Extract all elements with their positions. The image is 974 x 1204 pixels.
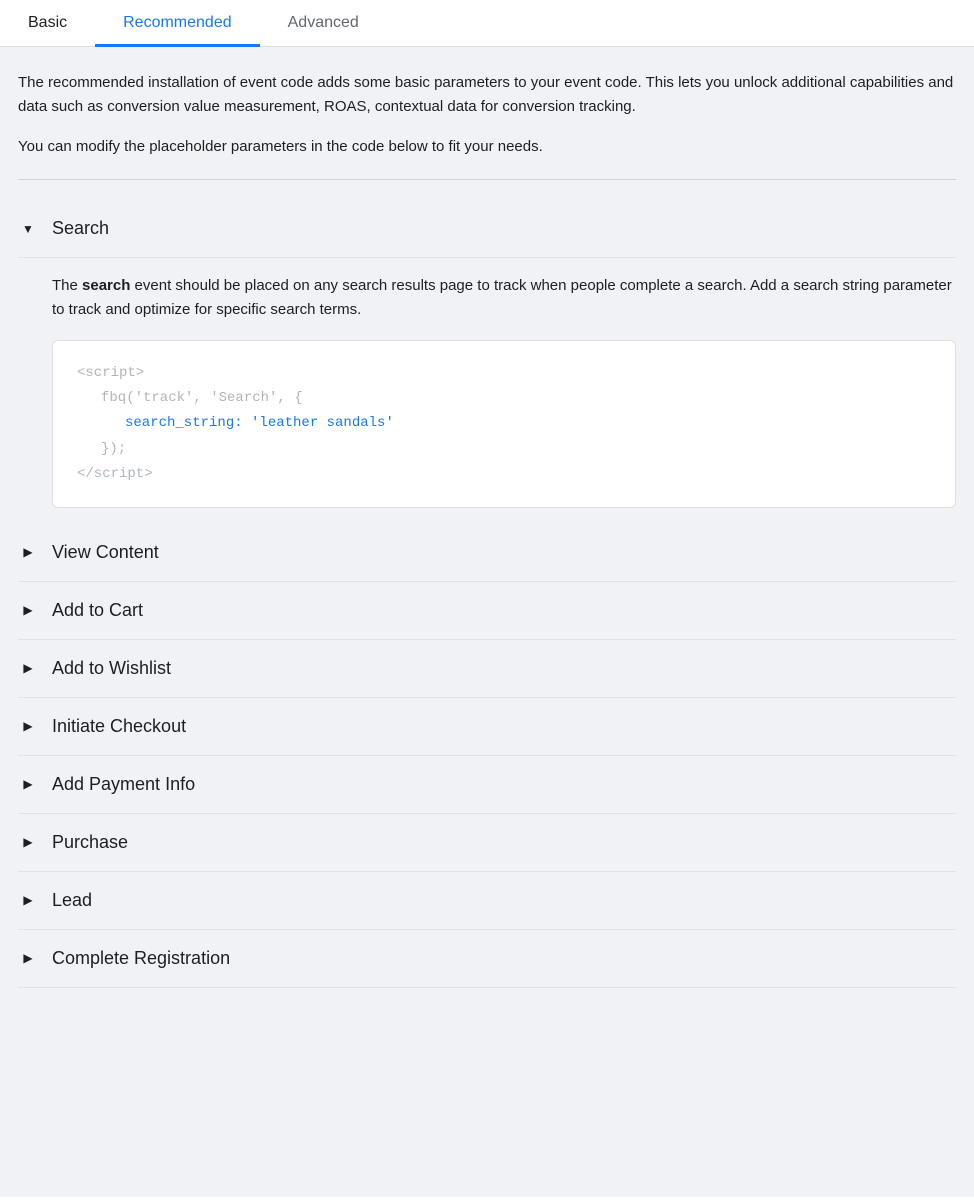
accordion-add-to-wishlist-header[interactable]: Add to Wishlist	[18, 640, 956, 698]
search-event-description: The search event should be placed on any…	[52, 274, 956, 322]
tab-advanced[interactable]: Advanced	[260, 0, 387, 47]
accordion-add-payment-info-header[interactable]: Add Payment Info	[18, 756, 956, 814]
accordion-purchase-title: Purchase	[52, 832, 128, 853]
accordion-initiate-checkout-header[interactable]: Initiate Checkout	[18, 698, 956, 756]
code-line-4: });	[77, 437, 931, 462]
code-line-3: search_string: 'leather sandals'	[77, 411, 931, 436]
accordion-add-to-cart: Add to Cart	[18, 582, 956, 640]
accordion-complete-registration-header[interactable]: Complete Registration	[18, 930, 956, 988]
accordion-view-content: View Content	[18, 524, 956, 582]
accordion-purchase: Purchase	[18, 814, 956, 872]
accordion-initiate-checkout: Initiate Checkout	[18, 698, 956, 756]
accordion-lead-title: Lead	[52, 890, 92, 911]
accordion-add-payment-info-title: Add Payment Info	[52, 774, 195, 795]
accordion-search-title: Search	[52, 218, 109, 239]
tab-basic[interactable]: Basic	[0, 0, 95, 47]
chevron-right-icon	[18, 948, 38, 968]
accordion-add-to-wishlist-title: Add to Wishlist	[52, 658, 171, 679]
chevron-right-icon	[18, 890, 38, 910]
accordion-search-body: The search event should be placed on any…	[18, 258, 956, 524]
chevron-right-icon	[18, 542, 38, 562]
code-line-2: fbq('track', 'Search', {	[77, 386, 931, 411]
chevron-right-icon	[18, 716, 38, 736]
chevron-right-icon	[18, 658, 38, 678]
accordion-view-content-title: View Content	[52, 542, 159, 563]
code-line-5: </script>	[77, 462, 931, 487]
code-line-1: <script>	[77, 361, 931, 386]
accordion-lead-header[interactable]: Lead	[18, 872, 956, 930]
accordion-search: Search The search event should be placed…	[18, 200, 956, 524]
accordion-add-to-cart-header[interactable]: Add to Cart	[18, 582, 956, 640]
accordion-complete-registration-title: Complete Registration	[52, 948, 230, 969]
chevron-right-icon	[18, 774, 38, 794]
tabs-container: Basic Recommended Advanced	[0, 0, 974, 47]
divider	[18, 179, 956, 180]
accordion-view-content-header[interactable]: View Content	[18, 524, 956, 582]
accordion-add-to-cart-title: Add to Cart	[52, 600, 143, 621]
chevron-down-icon	[18, 219, 38, 239]
accordion-lead: Lead	[18, 872, 956, 930]
accordion-complete-registration: Complete Registration	[18, 930, 956, 988]
accordion-search-header[interactable]: Search	[18, 200, 956, 258]
description-line2: You can modify the placeholder parameter…	[18, 135, 956, 159]
tab-recommended[interactable]: Recommended	[95, 0, 260, 47]
description-line1: The recommended installation of event co…	[18, 71, 956, 119]
accordion-add-to-wishlist: Add to Wishlist	[18, 640, 956, 698]
accordion-initiate-checkout-title: Initiate Checkout	[52, 716, 186, 737]
collapsed-accordion-list: View Content Add to Cart Add to Wishlist…	[18, 524, 956, 988]
search-code-block: <script> fbq('track', 'Search', { search…	[52, 340, 956, 508]
main-content: The recommended installation of event co…	[0, 47, 974, 1197]
accordion-purchase-header[interactable]: Purchase	[18, 814, 956, 872]
chevron-right-icon	[18, 600, 38, 620]
chevron-right-icon	[18, 832, 38, 852]
accordion-add-payment-info: Add Payment Info	[18, 756, 956, 814]
